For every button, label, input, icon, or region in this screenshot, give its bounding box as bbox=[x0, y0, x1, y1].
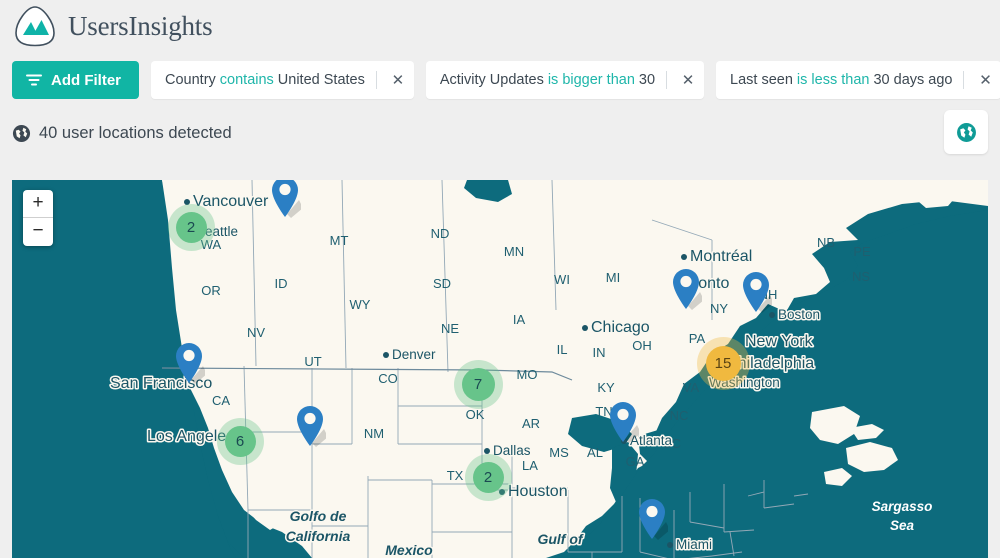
app-header: UsersInsights bbox=[0, 0, 1000, 52]
cluster-count: 15 bbox=[705, 345, 741, 381]
map-view-toggle-button[interactable] bbox=[944, 110, 988, 154]
add-filter-button[interactable]: Add Filter bbox=[12, 61, 139, 99]
pin-arizona[interactable] bbox=[294, 403, 328, 447]
chip-divider bbox=[963, 71, 965, 89]
pin-montana[interactable] bbox=[269, 180, 303, 218]
brand-name: UsersInsights bbox=[68, 10, 213, 41]
cluster-count: 7 bbox=[461, 367, 495, 401]
filter-value: United States bbox=[277, 72, 365, 88]
app-root: UsersInsights Add Filter Country contain… bbox=[0, 0, 1000, 558]
filter-operator: contains bbox=[219, 72, 274, 88]
close-icon[interactable]: ✕ bbox=[676, 68, 700, 92]
zoom-out-button[interactable]: − bbox=[23, 218, 53, 246]
status-row: 40 user locations detected bbox=[0, 108, 1000, 158]
map-pin-icon bbox=[639, 499, 670, 540]
filter-field: Last seen bbox=[730, 72, 793, 88]
mountain-logo-icon bbox=[12, 4, 58, 48]
filter-chip-activity-updates[interactable]: Activity Updates is bigger than 30 ✕ bbox=[425, 61, 705, 99]
map-zoom-control[interactable]: + − bbox=[23, 190, 53, 246]
filter-field: Country bbox=[165, 72, 216, 88]
globe-icon bbox=[956, 122, 977, 143]
map-marker-overlay: 2 7 6 2 15 bbox=[12, 180, 988, 558]
map-cluster[interactable]: 2 bbox=[464, 453, 512, 501]
map-pin-icon bbox=[610, 402, 641, 443]
user-locations-map[interactable]: .land { fill:#fbf8f0; } .bord { fill:non… bbox=[12, 180, 988, 558]
location-count: 40 user locations detected bbox=[12, 124, 232, 143]
add-filter-label: Add Filter bbox=[51, 71, 121, 89]
pin-miami[interactable] bbox=[636, 496, 670, 540]
chip-divider bbox=[666, 71, 668, 89]
filter-value: 30 bbox=[638, 72, 656, 88]
map-cluster[interactable]: 6 bbox=[216, 417, 264, 465]
brand-logo[interactable]: UsersInsights bbox=[12, 4, 213, 48]
map-cluster[interactable]: 7 bbox=[453, 359, 503, 409]
cluster-count: 2 bbox=[472, 461, 504, 493]
filter-chip-last-seen[interactable]: Last seen is less than 30 days ago ✕ bbox=[716, 61, 1000, 99]
pin-new-hampshire[interactable] bbox=[740, 269, 774, 313]
pin-atlanta[interactable] bbox=[607, 399, 641, 443]
map-pin-icon bbox=[272, 180, 303, 218]
map-pin-icon bbox=[297, 406, 328, 447]
zoom-in-button[interactable]: + bbox=[23, 190, 53, 218]
cluster-count: 6 bbox=[224, 425, 256, 457]
pin-toronto[interactable] bbox=[670, 266, 704, 310]
chip-divider bbox=[375, 71, 377, 89]
filter-bar: Add Filter Country contains United State… bbox=[0, 52, 1000, 108]
funnel-icon bbox=[26, 73, 42, 87]
map-cluster[interactable]: 2 bbox=[167, 203, 215, 251]
filter-chip-country[interactable]: Country contains United States ✕ bbox=[151, 61, 414, 99]
pin-san-francisco[interactable] bbox=[173, 340, 207, 384]
cluster-count: 2 bbox=[175, 211, 207, 243]
globe-icon bbox=[12, 124, 31, 143]
map-pin-icon bbox=[743, 272, 774, 313]
status-text: 40 user locations detected bbox=[39, 123, 232, 142]
close-icon[interactable]: ✕ bbox=[973, 68, 997, 92]
filter-field: Activity Updates bbox=[439, 72, 544, 88]
filter-operator: is less than bbox=[796, 72, 870, 88]
map-cluster[interactable]: 15 bbox=[696, 336, 750, 390]
map-pin-icon bbox=[176, 343, 207, 384]
filter-operator: is bigger than bbox=[547, 72, 635, 88]
map-pin-icon bbox=[673, 269, 704, 310]
close-icon[interactable]: ✕ bbox=[386, 68, 410, 92]
filter-value: 30 days ago bbox=[873, 72, 953, 88]
